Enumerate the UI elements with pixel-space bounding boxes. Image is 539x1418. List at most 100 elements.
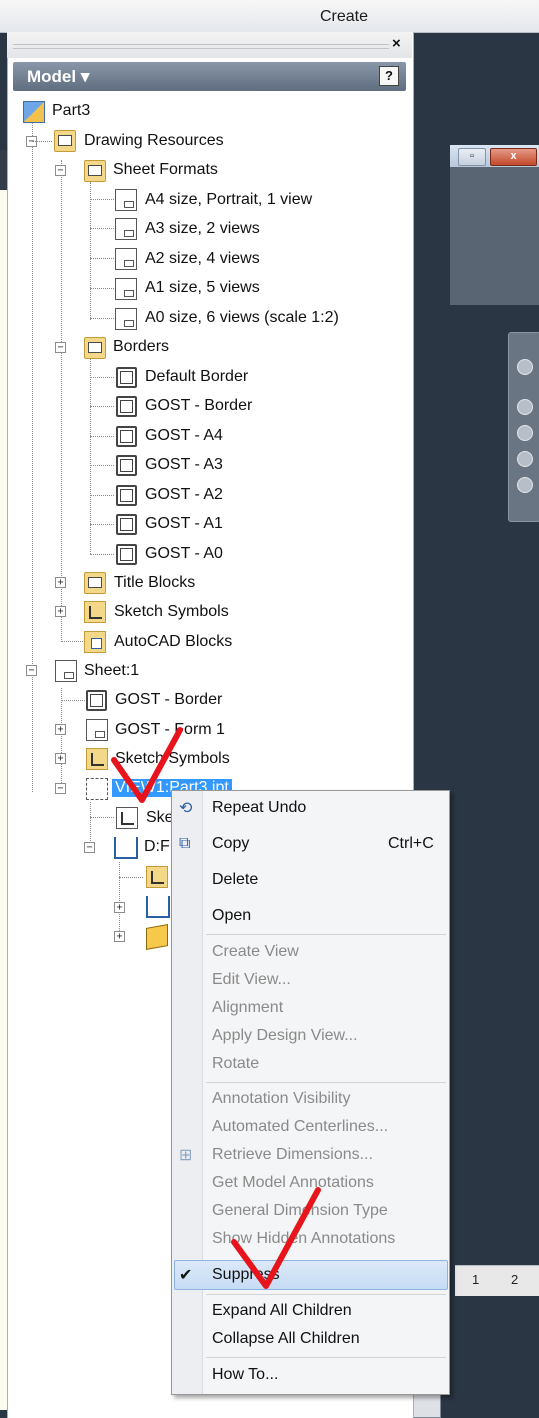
tree-node-sheet-border[interactable]: GOST - Border — [115, 691, 222, 709]
border-item[interactable]: GOST - A1 — [145, 515, 223, 533]
expand-toggle[interactable]: + — [55, 753, 66, 764]
restore-button[interactable]: ▫ — [458, 148, 486, 166]
menu-separator — [206, 1082, 446, 1083]
tree-connector — [90, 258, 114, 259]
sheet-format-item[interactable]: A0 size, 6 views (scale 1:2) — [145, 309, 339, 327]
menu-item-expand-all-children[interactable]: Expand All Children — [212, 1302, 352, 1320]
part-icon — [23, 101, 45, 123]
tree-node-autocad-blocks[interactable]: AutoCAD Blocks — [114, 633, 232, 651]
collapse-toggle[interactable]: − — [55, 342, 66, 353]
collapse-toggle[interactable]: − — [55, 783, 66, 794]
help-icon[interactable]: ? — [379, 66, 399, 86]
close-icon[interactable]: × — [392, 35, 401, 52]
expand-toggle[interactable]: + — [114, 931, 125, 942]
sheet-format-item[interactable]: A4 size, Portrait, 1 view — [145, 191, 312, 209]
page-tab-2[interactable]: 2 — [511, 1272, 518, 1287]
menu-item-rotate[interactable]: Rotate — [212, 1055, 259, 1073]
tree-connector — [119, 862, 120, 937]
menu-item-open[interactable]: Open — [212, 907, 251, 925]
menu-item-retrieve-dimensions[interactable]: Retrieve Dimensions... — [212, 1146, 373, 1164]
tree-connector — [90, 524, 114, 525]
close-button[interactable]: x — [490, 148, 537, 166]
tree-connector — [90, 406, 114, 407]
tree-node-drawing-resources[interactable]: Drawing Resources — [84, 132, 224, 150]
tree-connector — [90, 228, 114, 229]
panel-grip[interactable]: × — [7, 32, 412, 58]
browser-title-dropdown[interactable]: Model ▾ — [27, 67, 89, 87]
menu-item-create-view[interactable]: Create View — [212, 943, 299, 961]
collapse-toggle[interactable]: − — [26, 665, 37, 676]
sheet-format-item[interactable]: A3 size, 2 views — [145, 220, 260, 238]
expand-toggle[interactable]: + — [55, 577, 66, 588]
navigation-bar — [508, 332, 539, 522]
border-icon — [116, 485, 137, 506]
window-cascade-icon[interactable] — [413, 1392, 441, 1418]
menu-item-repeat-undo[interactable]: Repeat Undo — [212, 799, 306, 817]
tree-node-sheet-formats[interactable]: Sheet Formats — [113, 161, 218, 179]
tree-node-title-blocks[interactable]: Title Blocks — [114, 574, 195, 592]
drawing-view-icon — [86, 778, 108, 800]
sheet-format-item[interactable]: A2 size, 4 views — [145, 250, 260, 268]
ribbon-bar: Create — [0, 0, 539, 33]
pan-icon[interactable] — [517, 399, 533, 415]
border-icon — [116, 455, 137, 476]
tree-connector — [32, 141, 52, 142]
border-icon — [116, 544, 137, 565]
tree-node-part[interactable]: Part3 — [52, 102, 90, 120]
tree-node-view-model[interactable]: D:F — [144, 838, 170, 856]
check-icon: ✔ — [179, 1267, 193, 1284]
menu-item-how-to[interactable]: How To... — [212, 1366, 278, 1384]
menu-item-apply-design-view[interactable]: Apply Design View... — [212, 1027, 358, 1045]
sheet-format-icon — [115, 278, 137, 300]
menu-item-copy[interactable]: Copy — [212, 835, 249, 853]
expand-toggle[interactable]: + — [55, 606, 66, 617]
border-icon — [116, 396, 137, 417]
menu-item-delete[interactable]: Delete — [212, 871, 258, 889]
expand-toggle[interactable]: + — [55, 724, 66, 735]
tree-node-sketch-symbols[interactable]: Sketch Symbols — [114, 603, 229, 621]
tree-connector — [90, 465, 114, 466]
sheet-format-item[interactable]: A1 size, 5 views — [145, 279, 260, 297]
border-item[interactable]: Default Border — [145, 368, 248, 386]
menu-item-automated-centerlines[interactable]: Automated Centerlines... — [212, 1118, 388, 1136]
sheet-icon — [55, 660, 77, 682]
folder-icon — [84, 160, 106, 182]
menu-item-collapse-all-children[interactable]: Collapse All Children — [212, 1330, 360, 1348]
border-item[interactable]: GOST - A3 — [145, 456, 223, 474]
retrieve-dimensions-icon: ⊞ — [179, 1147, 193, 1164]
menu-item-edit-view[interactable]: Edit View... — [212, 971, 291, 989]
steering-wheel-icon[interactable] — [517, 359, 533, 375]
sketch-symbols-icon — [146, 866, 168, 888]
title-block-icon — [86, 719, 108, 741]
tree-connector — [61, 700, 85, 701]
border-item[interactable]: GOST - Border — [145, 397, 252, 415]
tree-connector — [119, 877, 143, 878]
tree-connector — [90, 288, 114, 289]
menu-item-annotation-visibility[interactable]: Annotation Visibility — [212, 1090, 350, 1108]
expand-toggle[interactable]: + — [114, 902, 125, 913]
border-item[interactable]: GOST - A0 — [145, 545, 223, 563]
border-icon — [116, 426, 137, 447]
autocad-blocks-icon — [84, 631, 106, 653]
page-tab-1[interactable]: 1 — [472, 1272, 479, 1287]
border-icon — [116, 514, 137, 535]
tree-connector — [90, 182, 91, 320]
collapse-toggle[interactable]: − — [55, 165, 66, 176]
tree-connector — [90, 318, 114, 319]
collapse-toggle[interactable]: − — [84, 842, 95, 853]
folder-icon — [84, 337, 106, 359]
model-reference-icon — [114, 837, 138, 859]
border-item[interactable]: GOST - A4 — [145, 427, 223, 445]
tree-node-borders[interactable]: Borders — [113, 338, 169, 356]
context-menu: ⟲ Repeat Undo ⧉ Copy Ctrl+C Delete Open … — [171, 790, 450, 1395]
border-item[interactable]: GOST - A2 — [145, 486, 223, 504]
look-at-icon[interactable] — [517, 477, 533, 493]
create-tab[interactable]: Create — [320, 8, 368, 26]
tree-node-sheet[interactable]: Sheet:1 — [84, 662, 139, 680]
menu-separator — [206, 934, 446, 935]
menu-item-alignment[interactable]: Alignment — [212, 999, 283, 1017]
orbit-icon[interactable] — [517, 451, 533, 467]
model-reference-icon — [146, 896, 170, 918]
zoom-icon[interactable] — [517, 425, 533, 441]
copy-icon: ⧉ — [179, 835, 191, 852]
